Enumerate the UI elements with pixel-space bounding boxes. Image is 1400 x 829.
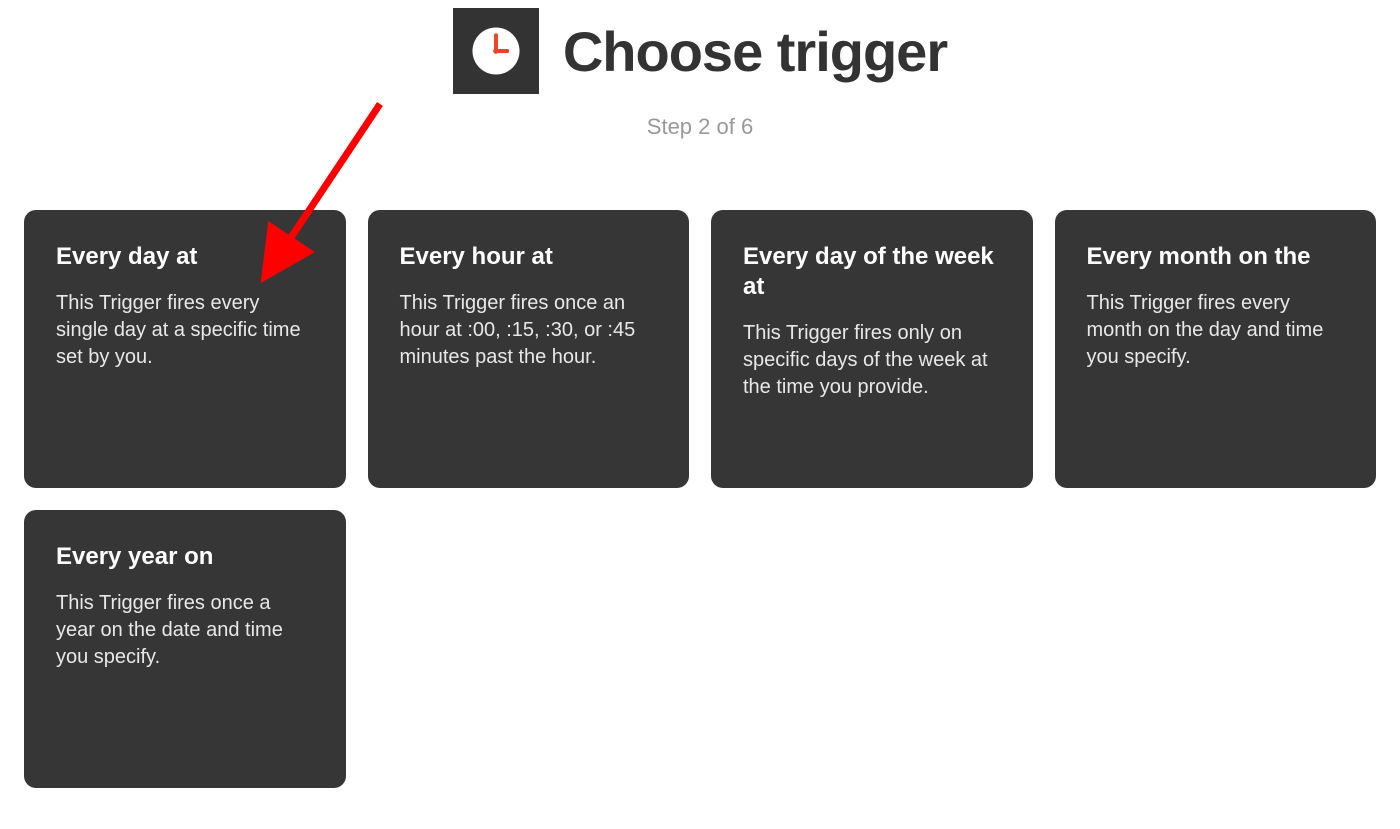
- trigger-card-every-hour-at[interactable]: Every hour at This Trigger fires once an…: [368, 210, 690, 488]
- trigger-card-title: Every hour at: [400, 242, 658, 272]
- trigger-card-description: This Trigger fires every single day at a…: [56, 290, 314, 371]
- trigger-card-every-day-of-week[interactable]: Every day of the week at This Trigger fi…: [711, 210, 1033, 488]
- step-indicator: Step 2 of 6: [0, 114, 1400, 140]
- trigger-grid: Every day at This Trigger fires every si…: [0, 210, 1400, 788]
- trigger-card-title: Every day of the week at: [743, 242, 1001, 302]
- trigger-card-description: This Trigger fires once an hour at :00, …: [400, 290, 658, 371]
- trigger-card-title: Every day at: [56, 242, 314, 272]
- trigger-card-title: Every month on the: [1087, 242, 1345, 272]
- trigger-card-title: Every year on: [56, 542, 314, 572]
- trigger-card-every-month[interactable]: Every month on the This Trigger fires ev…: [1055, 210, 1377, 488]
- trigger-card-description: This Trigger fires every month on the da…: [1087, 290, 1345, 371]
- clock-icon: [468, 23, 524, 79]
- trigger-card-every-year[interactable]: Every year on This Trigger fires once a …: [24, 510, 346, 788]
- trigger-card-description: This Trigger fires once a year on the da…: [56, 590, 314, 671]
- service-icon-container: [453, 8, 539, 94]
- trigger-card-every-day-at[interactable]: Every day at This Trigger fires every si…: [24, 210, 346, 488]
- page-title: Choose trigger: [563, 19, 947, 84]
- trigger-card-description: This Trigger fires only on specific days…: [743, 320, 1001, 401]
- page-header: Choose trigger: [0, 8, 1400, 94]
